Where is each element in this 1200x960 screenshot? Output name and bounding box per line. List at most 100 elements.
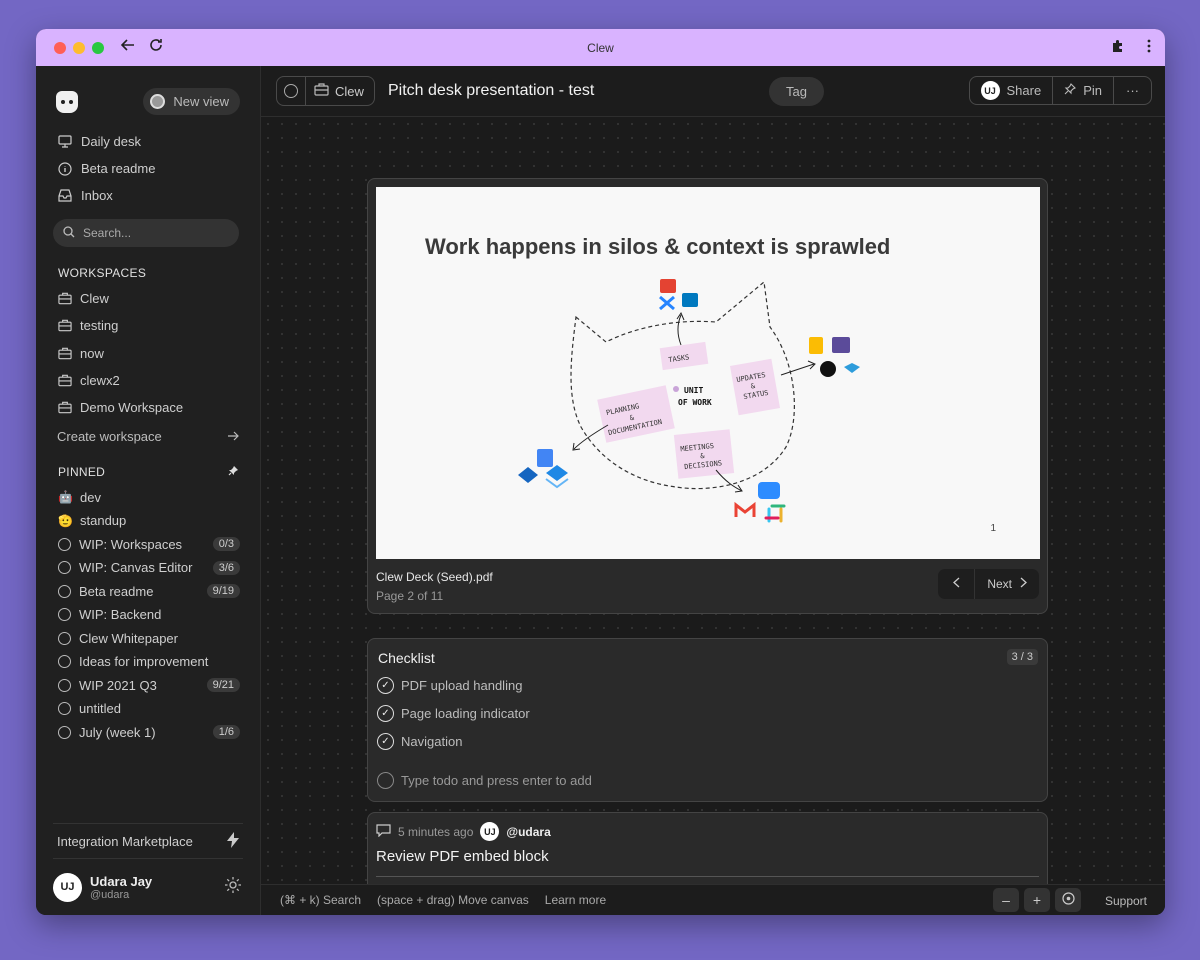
lightning-icon — [227, 831, 239, 851]
slide-diagram: TASKS UPDATES & STATUS PLANNING & DOCUME… — [518, 279, 860, 523]
pdf-slide: Work happens in silos & context is spraw… — [376, 187, 1040, 559]
more-icon: ··· — [1126, 83, 1139, 98]
workspace-item-clew[interactable]: Clew — [58, 285, 260, 312]
sidebar-item-inbox[interactable]: Inbox — [58, 182, 260, 209]
learn-more-link[interactable]: Learn more — [545, 893, 606, 907]
maximize-window-button[interactable] — [92, 41, 104, 54]
view-circle-icon — [58, 678, 71, 692]
status-bar: (⌘ + k) Search (space + drag) Move canva… — [261, 884, 1165, 915]
checklist-count-badge: 3 / 3 — [1006, 649, 1038, 665]
puzzle-extension-icon[interactable] — [1111, 39, 1125, 57]
pinned-heading-label: PINNED — [58, 465, 106, 480]
reload-icon[interactable] — [149, 38, 163, 57]
kebab-menu-icon[interactable] — [1147, 39, 1151, 57]
create-workspace-button[interactable]: Create workspace — [36, 421, 260, 451]
slide-page-number: 1 — [990, 523, 996, 534]
pinned-item-wip-workspaces[interactable]: WIP: Workspaces 0/3 — [58, 532, 240, 556]
view-circle-icon — [58, 537, 71, 551]
more-options-button[interactable]: ··· — [1114, 77, 1151, 104]
pinned-item-untitled[interactable]: untitled — [58, 697, 240, 721]
chevron-left-icon — [952, 577, 960, 591]
monitor-icon — [58, 135, 72, 149]
tag-button[interactable]: Tag — [769, 77, 824, 106]
gear-icon[interactable] — [224, 876, 242, 899]
add-todo-input[interactable]: Type todo and press enter to add — [377, 772, 592, 789]
page-title[interactable]: Pitch desk presentation - test — [388, 82, 594, 100]
pinned-item-wip-backend[interactable]: WIP: Backend — [58, 603, 240, 627]
pinned-item-standup[interactable]: 🫡 standup — [58, 509, 240, 533]
sidebar-item-daily-desk[interactable]: Daily desk — [58, 128, 260, 155]
pin-button[interactable]: Pin — [1053, 77, 1114, 104]
pinned-item-beta-readme[interactable]: Beta readme 9/19 — [58, 579, 240, 603]
view-status-icon[interactable] — [277, 77, 306, 105]
pinned-item-label: July (week 1) — [79, 724, 156, 740]
slide-label-of-work: OF WORK — [678, 398, 712, 407]
pdf-pager: Next — [938, 569, 1039, 599]
search-input[interactable]: Search... — [53, 219, 239, 247]
sidebar-item-beta-readme[interactable]: Beta readme — [58, 155, 260, 182]
checkmark-icon[interactable]: ✓ — [377, 705, 394, 722]
zoom-in-button[interactable]: + — [1024, 888, 1050, 912]
view-circle-icon — [58, 655, 71, 669]
support-link[interactable]: Support — [1105, 894, 1147, 908]
pinned-item-july-week-1[interactable]: July (week 1) 1/6 — [58, 720, 240, 744]
pinned-heading: PINNED — [36, 462, 260, 482]
view-circle-icon — [58, 702, 71, 716]
new-view-icon — [150, 94, 166, 109]
sidebar-item-label: Daily desk — [81, 134, 141, 149]
pinned-item-dev[interactable]: 🤖 dev — [58, 485, 240, 509]
canvas[interactable]: Work happens in silos & context is spraw… — [261, 117, 1165, 884]
pinned-item-label: WIP: Canvas Editor — [79, 560, 193, 576]
checkmark-icon[interactable]: ✓ — [377, 733, 394, 750]
clew-logo-icon[interactable] — [56, 90, 78, 113]
workspace-item-testing[interactable]: testing — [58, 312, 260, 339]
title-bar: Clew — [36, 29, 1165, 66]
pinned-item-label: Ideas for improvement — [79, 654, 209, 670]
pinned-item-ideas-for-improvement[interactable]: Ideas for improvement — [58, 650, 240, 674]
recenter-button[interactable] — [1055, 888, 1081, 912]
sidebar-footer: Integration Marketplace UJ Udara Jay @ud… — [36, 823, 260, 915]
app-body: New view Daily desk Beta readme Inbox Se… — [36, 66, 1165, 915]
comment-block[interactable]: 5 minutes ago UJ @udara Review PDF embed… — [367, 812, 1048, 884]
view-circle-icon — [58, 725, 71, 739]
empty-circle-icon — [377, 772, 394, 789]
checklist-item-label: PDF upload handling — [401, 678, 523, 693]
share-button[interactable]: UJ Share — [970, 77, 1054, 104]
user-profile[interactable]: UJ Udara Jay @udara — [36, 859, 260, 915]
previous-page-button[interactable] — [938, 569, 976, 599]
checklist-block[interactable]: Checklist 3 / 3 ✓ PDF upload handling ✓ … — [367, 638, 1048, 802]
pinned-item-clew-whitepaper[interactable]: Clew Whitepaper — [58, 626, 240, 650]
checkmark-icon[interactable]: ✓ — [377, 677, 394, 694]
breadcrumb[interactable]: Clew — [276, 76, 375, 106]
comment-time: 5 minutes ago — [398, 824, 474, 839]
breadcrumb-workspace[interactable]: Clew — [306, 83, 374, 99]
sidebar-nav: Daily desk Beta readme Inbox — [36, 122, 260, 209]
checklist-item[interactable]: ✓ Page loading indicator — [377, 705, 530, 722]
pin-label: Pin — [1083, 83, 1102, 98]
next-label: Next — [987, 577, 1012, 591]
back-arrow-icon[interactable] — [120, 38, 135, 57]
user-info: Udara Jay @udara — [90, 874, 224, 901]
view-circle-icon — [58, 584, 71, 598]
page-header: Clew Pitch desk presentation - test Tag … — [261, 66, 1165, 117]
comment-author[interactable]: @udara — [506, 825, 550, 839]
workspace-item-now[interactable]: now — [58, 340, 260, 367]
new-view-button[interactable]: New view — [143, 88, 240, 115]
checklist-item[interactable]: ✓ Navigation — [377, 733, 462, 750]
checklist-item-label: Page loading indicator — [401, 706, 530, 721]
next-page-button[interactable]: Next — [975, 569, 1039, 599]
pin-icon[interactable] — [228, 465, 239, 479]
briefcase-icon — [58, 401, 72, 415]
pinned-item-wip-canvas-editor[interactable]: WIP: Canvas Editor 3/6 — [58, 556, 240, 580]
avatar: UJ — [53, 872, 82, 902]
workspace-item-demo-workspace[interactable]: Demo Workspace — [58, 394, 260, 421]
pinned-item-wip-2021-q3[interactable]: WIP 2021 Q3 9/21 — [58, 673, 240, 697]
checklist-item[interactable]: ✓ PDF upload handling — [377, 677, 522, 694]
slide-label-unit: UNIT — [684, 386, 703, 395]
workspace-item-clewx2[interactable]: clewx2 — [58, 367, 260, 394]
minimize-window-button[interactable] — [73, 41, 85, 54]
pdf-embed-block[interactable]: Work happens in silos & context is spraw… — [367, 178, 1048, 614]
close-window-button[interactable] — [54, 41, 66, 54]
zoom-out-button[interactable]: – — [993, 888, 1019, 912]
integration-marketplace-button[interactable]: Integration Marketplace — [53, 823, 243, 859]
